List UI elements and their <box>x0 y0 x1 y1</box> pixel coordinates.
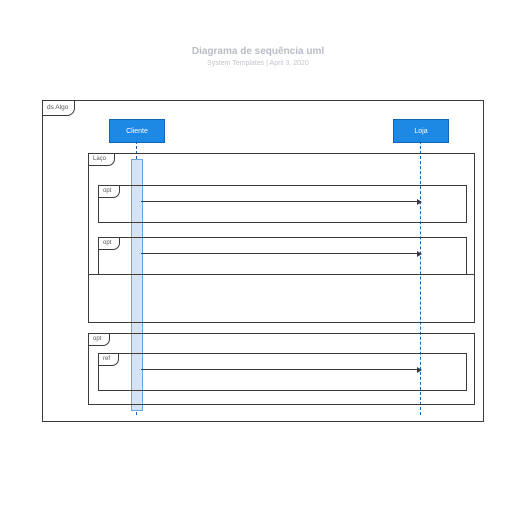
ref-frame: ref <box>98 353 467 391</box>
sd-frame-label: ds Algo <box>42 100 75 116</box>
sd-frame: ds Algo Cliente Loja Laço opt opt opt re… <box>42 100 484 422</box>
message-arrow-2 <box>141 253 421 254</box>
opt-frame-2: opt <box>98 237 467 275</box>
participant-cliente: Cliente <box>109 119 165 143</box>
diagram-subtitle: System Templates | April 3, 2020 <box>0 60 516 67</box>
diagram-title: Diagrama de sequência uml <box>0 46 516 57</box>
participant-loja: Loja <box>393 119 449 143</box>
opt-frame-2-label: opt <box>98 237 120 250</box>
ref-frame-label: ref <box>98 353 119 366</box>
loop-frame-label: Laço <box>88 153 115 166</box>
diagram-canvas: Diagrama de sequência uml System Templat… <box>0 0 516 516</box>
opt-frame-1: opt <box>98 185 467 223</box>
opt-frame-3-label: opt <box>88 333 110 346</box>
message-arrow-1 <box>141 201 421 202</box>
opt-frame-1-label: opt <box>98 185 120 198</box>
message-arrow-3 <box>141 369 421 370</box>
